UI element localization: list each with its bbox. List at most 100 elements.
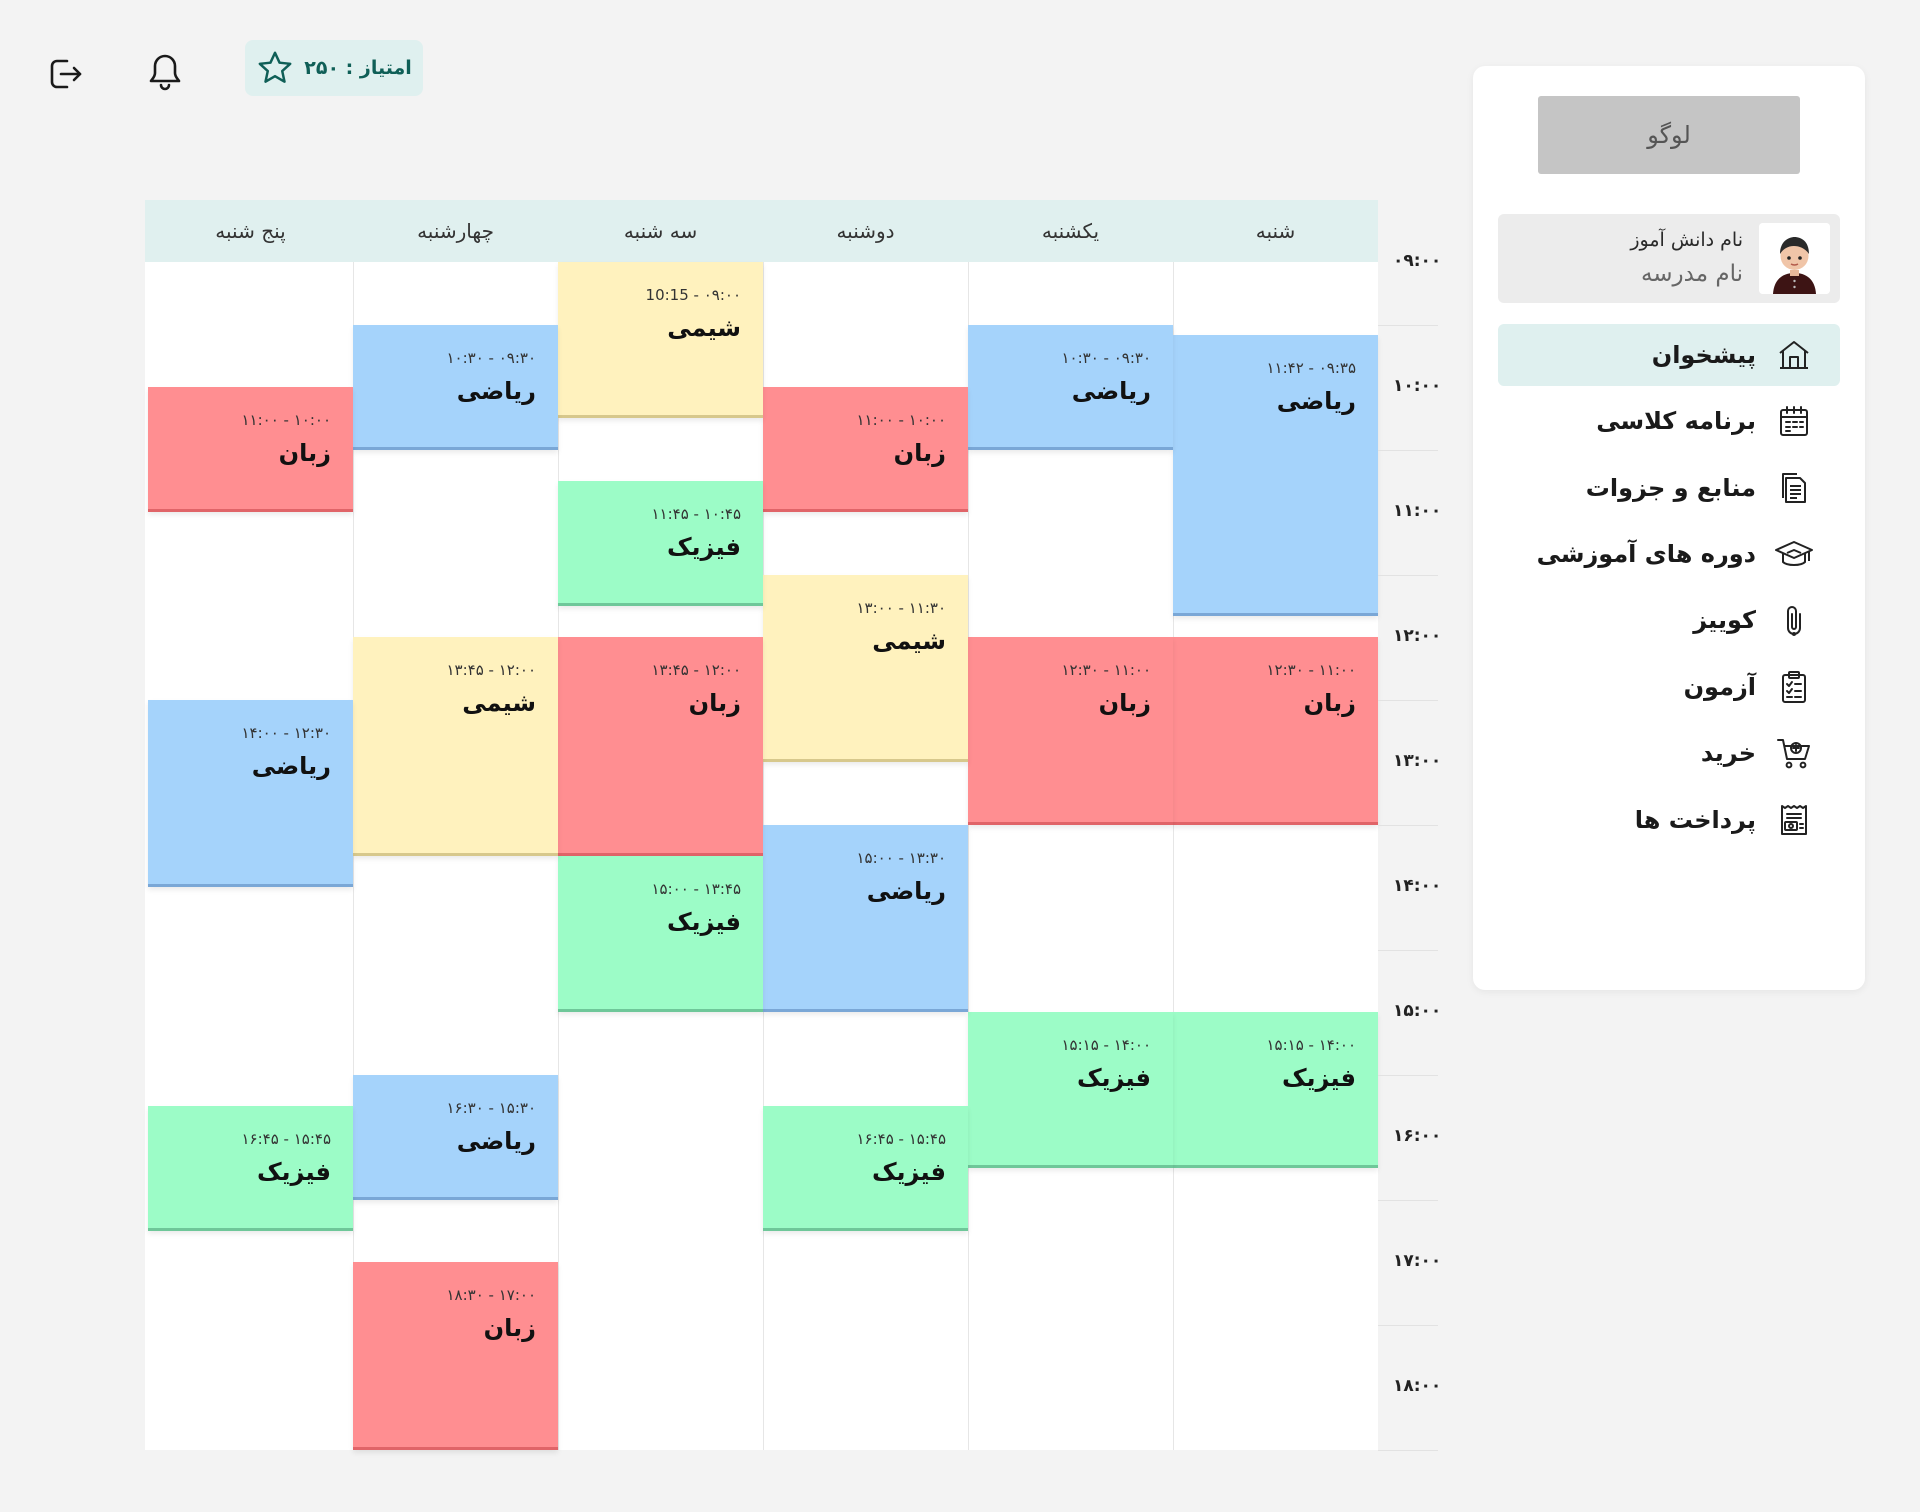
sidebar-item-home[interactable]: پیشخوان <box>1498 324 1840 386</box>
class-block[interactable]: ۱۳:۴۵ - ۱۵:۰۰ فیزیک <box>558 855 763 1012</box>
class-block[interactable]: ۰۹:۳۰ - ۱۰:۳۰ ریاضی <box>353 324 558 450</box>
hour-divider <box>1378 824 1438 826</box>
sidebar-item-receipt[interactable]: پرداخت ها <box>1498 789 1840 851</box>
class-name: فیزیک <box>666 907 741 936</box>
receipt-icon <box>1774 800 1814 840</box>
class-name: ریاضی <box>1276 386 1356 415</box>
class-block[interactable]: ۱۱:۳۰ - ۱۳:۰۰ شیمی <box>763 574 968 762</box>
class-block[interactable]: ۰۹:۳۰ - ۱۰:۳۰ ریاضی <box>968 324 1173 450</box>
class-time: ۱۳:۴۵ - ۱۵:۰۰ <box>651 879 741 898</box>
class-time: ۱۲:۰۰ - ۱۳:۴۵ <box>651 661 741 679</box>
class-time: ۰۹:۰۰ - 10:15 <box>645 286 741 304</box>
bell-icon <box>149 54 181 91</box>
class-name: زبان <box>1303 689 1356 717</box>
class-name: زبان <box>278 439 331 467</box>
class-block[interactable]: ۱۴:۰۰ - ۱۵:۱۵ فیزیک <box>968 1012 1173 1169</box>
logout-button[interactable] <box>40 50 90 98</box>
graduation-cap-icon <box>1774 534 1814 574</box>
sidebar-item-label: منابع و جزوات <box>1585 474 1756 502</box>
profile-card[interactable]: نام دانش آموز نام مدرسه <box>1498 214 1840 303</box>
notifications-button[interactable] <box>140 48 190 96</box>
sidebar: لوگو نام دانش آموز نام مدرسه پیشخوان برن… <box>1473 66 1865 990</box>
school-name: نام مدرسه <box>1640 261 1743 287</box>
day-header-6: پنج شنبه <box>215 219 286 243</box>
day-header-1: شنبه <box>1255 219 1296 243</box>
day-header-5: چهارشنبه <box>417 219 494 243</box>
class-block[interactable]: ۱۰:۰۰ - ۱۱:۰۰ زبان <box>763 387 968 512</box>
sidebar-item-label: کوییز <box>1693 606 1756 634</box>
sidebar-item-calendar[interactable]: برنامه کلاسی <box>1498 390 1840 452</box>
class-block[interactable]: ۱۰:۰۰ - ۱۱:۰۰ زبان <box>148 387 353 512</box>
time-label: ۱۰:۰۰ <box>1393 376 1442 396</box>
sidebar-item-label: پیشخوان <box>1651 341 1756 369</box>
class-time: ۱۷:۰۰ - ۱۸:۳۰ <box>446 1286 536 1304</box>
class-name: فیزیک <box>666 532 741 561</box>
documents-icon <box>1774 468 1814 508</box>
class-time: ۰۹:۳۰ - ۱۰:۳۰ <box>1061 348 1151 367</box>
class-block[interactable]: ۱۵:۴۵ - ۱۶:۴۵ فیزیک <box>148 1105 353 1231</box>
class-name: زبان <box>483 1314 536 1342</box>
class-time: ۱۲:۳۰ - ۱۴:۰۰ <box>241 723 331 742</box>
class-time: ۱۰:۰۰ - ۱۱:۰۰ <box>241 411 331 429</box>
class-block[interactable]: ۱۱:۰۰ - ۱۲:۳۰ زبان <box>1173 637 1378 825</box>
hour-divider <box>1378 1074 1438 1076</box>
class-name: شیمی <box>872 626 946 655</box>
logout-icon <box>50 59 82 89</box>
hour-divider <box>1378 1324 1438 1326</box>
student-name: نام دانش آموز <box>1630 229 1743 251</box>
hour-divider <box>1378 1449 1438 1451</box>
hour-divider <box>1378 324 1438 326</box>
class-name: ریاضی <box>866 876 946 905</box>
sidebar-item-label: دوره های آموزشی <box>1536 540 1756 568</box>
class-time: ۱۱:۳۰ - ۱۳:۰۰ <box>856 598 946 617</box>
class-time: ۱۵:۳۰ - ۱۶:۳۰ <box>446 1098 536 1117</box>
hour-divider <box>1378 949 1438 951</box>
class-block[interactable]: ۰۹:۰۰ - 10:15 شیمی <box>558 262 763 419</box>
class-name: زبان <box>893 439 946 467</box>
class-time: ۱۴:۰۰ - ۱۵:۱۵ <box>1266 1036 1356 1054</box>
time-label: ۱۵:۰۰ <box>1393 1001 1442 1021</box>
class-block[interactable]: ۱۲:۰۰ - ۱۳:۴۵ زبان <box>558 637 763 856</box>
class-name: ریاضی <box>1071 376 1151 405</box>
class-name: ریاضی <box>456 1126 536 1155</box>
day-header-4: سه شنبه <box>623 219 698 243</box>
class-block[interactable]: ۱۲:۰۰ - ۱۳:۴۵ شیمی <box>353 637 558 856</box>
sidebar-item-graduation-cap[interactable]: دوره های آموزشی <box>1498 523 1840 585</box>
day-header-3: دوشنبه <box>836 219 895 243</box>
cart-icon <box>1774 733 1814 773</box>
class-name: ریاضی <box>456 376 536 405</box>
class-block[interactable]: ۱۵:۳۰ - ۱۶:۳۰ ریاضی <box>353 1074 558 1200</box>
class-block[interactable]: ۱۲:۳۰ - ۱۴:۰۰ ریاضی <box>148 699 353 887</box>
sidebar-item-documents[interactable]: منابع و جزوات <box>1498 457 1840 519</box>
sidebar-item-cart[interactable]: خرید <box>1498 722 1840 784</box>
class-block[interactable]: ۱۵:۴۵ - ۱۶:۴۵ فیزیک <box>763 1105 968 1231</box>
score-text: امتیاز : ۲۵۰ <box>304 57 412 79</box>
time-label: ۱۶:۰۰ <box>1393 1126 1442 1146</box>
class-name: زبان <box>688 689 741 717</box>
class-name: زبان <box>1098 689 1151 717</box>
class-time: ۱۳:۳۰ - ۱۵:۰۰ <box>856 848 946 867</box>
day-header-2: یکشنبه <box>1041 219 1100 243</box>
class-time: ۱۴:۰۰ - ۱۵:۱۵ <box>1061 1036 1151 1054</box>
class-time: ۱۵:۴۵ - ۱۶:۴۵ <box>856 1129 946 1148</box>
class-block[interactable]: ۱۷:۰۰ - ۱۸:۳۰ زبان <box>353 1262 558 1450</box>
sidebar-item-label: برنامه کلاسی <box>1596 407 1756 435</box>
time-label: ۰۹:۰۰ <box>1393 251 1442 271</box>
sidebar-item-clipboard-check[interactable]: آزمون <box>1498 656 1840 718</box>
hour-divider <box>1378 699 1438 701</box>
sidebar-item-label: آزمون <box>1683 673 1756 701</box>
sidebar-item-paperclip[interactable]: کوییز <box>1498 589 1840 651</box>
class-block[interactable]: ۱۳:۳۰ - ۱۵:۰۰ ریاضی <box>763 824 968 1012</box>
class-block[interactable]: ۱۱:۰۰ - ۱۲:۳۰ زبان <box>968 637 1173 825</box>
time-label: ۱۲:۰۰ <box>1393 626 1442 646</box>
day-header: شنبه یکشنبه دوشنبه سه شنبه چهارشنبه پنج شنبه <box>145 200 1378 262</box>
class-name: فیزیک <box>1281 1064 1356 1092</box>
class-block[interactable]: ۱۴:۰۰ - ۱۵:۱۵ فیزیک <box>1173 1012 1378 1169</box>
class-block[interactable]: ۰۹:۳۵ - ۱۱:۴۲ ریاضی <box>1173 334 1378 616</box>
time-label: ۱۱:۰۰ <box>1393 501 1442 521</box>
class-time: ۱۵:۴۵ - ۱۶:۴۵ <box>241 1129 331 1148</box>
class-block[interactable]: ۱۰:۴۵ - ۱۱:۴۵ فیزیک <box>558 480 763 606</box>
clipboard-check-icon <box>1774 667 1814 707</box>
time-label: ۱۴:۰۰ <box>1393 876 1442 896</box>
paperclip-icon <box>1774 600 1814 640</box>
